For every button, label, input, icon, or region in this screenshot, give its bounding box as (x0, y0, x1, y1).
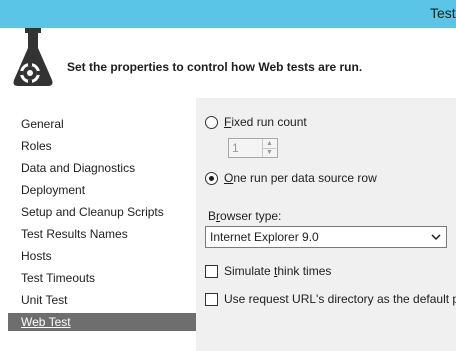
sidebar-item-label: Web Test (21, 315, 71, 329)
stepper-down-icon[interactable]: ▼ (263, 148, 276, 157)
stepper-buttons: ▲ ▼ (262, 139, 277, 157)
sidebar-item-label: Unit Test (21, 293, 68, 307)
header-description: Set the properties to control how Web te… (67, 60, 363, 74)
category-list: General Roles Data and Diagnostics Deplo… (0, 98, 196, 351)
one-run-per-row-label[interactable]: One run per data source row (224, 171, 377, 185)
run-count-stepper[interactable]: 1 ▲ ▼ (228, 138, 278, 158)
fixed-run-count-radio[interactable] (205, 116, 218, 129)
run-count-value: 1 (232, 141, 239, 155)
label-text: ne run per data source row (233, 171, 377, 185)
chevron-down-icon (431, 234, 441, 241)
label-text: Simulate (224, 264, 275, 278)
sidebar-item-label: Roles (21, 139, 52, 153)
browser-type-label: Browser type: (208, 209, 281, 223)
use-request-url-directory-label[interactable]: Use request URL's directory as the defau… (224, 292, 456, 306)
header: Set the properties to control how Web te… (0, 28, 456, 90)
title-bar: Test (0, 0, 456, 28)
radio-selected-dot (209, 176, 214, 181)
sidebar-item-roles[interactable]: Roles (8, 137, 196, 155)
sidebar-item-label: General (21, 117, 64, 131)
sidebar-item-label: Hosts (21, 249, 52, 263)
sidebar-item-test-timeouts[interactable]: Test Timeouts (8, 269, 196, 287)
sidebar-item-hosts[interactable]: Hosts (8, 247, 196, 265)
sidebar-item-label: Setup and Cleanup Scripts (21, 205, 164, 219)
flask-gear-icon (13, 28, 53, 86)
sidebar-item-web-test[interactable]: Web Test (8, 313, 196, 331)
sidebar-item-label: Data and Diagnostics (21, 161, 136, 175)
sidebar-item-deployment[interactable]: Deployment (8, 181, 196, 199)
label-text: ixed run count (231, 115, 307, 129)
sidebar-item-label: Test Results Names (21, 227, 128, 241)
simulate-think-times-label[interactable]: Simulate think times (224, 264, 331, 278)
sidebar-item-test-results-names[interactable]: Test Results Names (8, 225, 196, 243)
sidebar-item-unit-test[interactable]: Unit Test (8, 291, 196, 309)
sidebar-item-setup-cleanup-scripts[interactable]: Setup and Cleanup Scripts (8, 203, 196, 221)
sidebar-item-label: Test Timeouts (21, 271, 96, 285)
sidebar-item-general[interactable]: General (8, 115, 196, 133)
simulate-think-times-checkbox[interactable] (205, 265, 218, 278)
label-text: owser type: (220, 209, 282, 223)
label-text: hink times (277, 264, 332, 278)
sidebar-item-data-and-diagnostics[interactable]: Data and Diagnostics (8, 159, 196, 177)
web-test-settings-panel: Fixed run count 1 ▲ ▼ One run per data s… (196, 98, 456, 351)
window-title: Test (430, 5, 456, 21)
one-run-per-row-radio[interactable] (205, 172, 218, 185)
browser-type-value: Internet Explorer 9.0 (210, 230, 319, 244)
sidebar-item-label: Deployment (21, 183, 86, 197)
label-text: B (208, 209, 217, 223)
use-request-url-directory-checkbox[interactable] (205, 293, 218, 306)
browser-type-select[interactable]: Internet Explorer 9.0 (205, 226, 447, 248)
access-key: O (224, 171, 234, 185)
fixed-run-count-label[interactable]: Fixed run count (224, 115, 307, 129)
